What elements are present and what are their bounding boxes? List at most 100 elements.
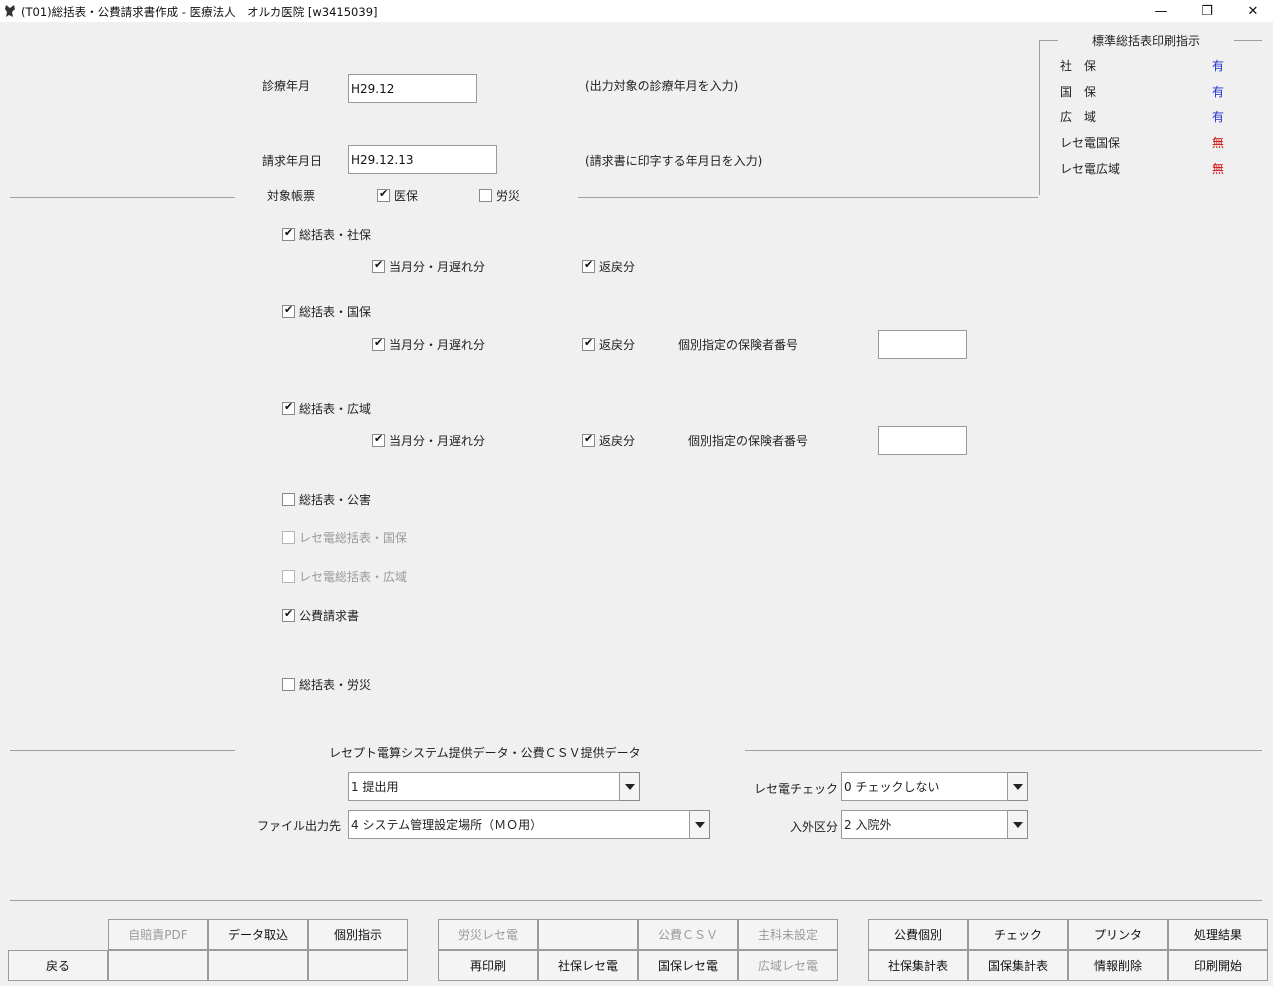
kohi-kobetsu-button[interactable]: 公費個別 [868, 919, 968, 950]
check-button[interactable]: チェック [968, 919, 1068, 950]
print-start-button[interactable]: 印刷開始 [1168, 950, 1268, 981]
kokuho-current-label: 当月分・月遅れ分 [389, 338, 486, 352]
iho-checkbox[interactable]: 医保 [377, 187, 418, 204]
rosai-sum-checkbox[interactable]: 総括表・労災 [282, 676, 371, 693]
rosai-label: 労災 [496, 189, 521, 203]
status-koiki-value: 有 [1212, 110, 1225, 124]
kokuho-rece-button[interactable]: 国保レセ電 [638, 950, 738, 981]
divider-right [578, 197, 1038, 198]
shaho-checkbox[interactable]: 総括表・社保 [282, 226, 371, 243]
receipt-divider-right [745, 750, 1262, 751]
nyugai-label: 入外区分 [790, 820, 839, 834]
checkbox-box [372, 432, 385, 447]
checkbox-box [372, 336, 385, 351]
chevron-down-icon[interactable] [1008, 810, 1028, 839]
shuka-misettei-button: 主科未設定 [738, 919, 838, 950]
seikyu-input[interactable]: H29.12.13 [348, 145, 497, 174]
checkbox-box [282, 493, 295, 506]
koiki-rece-button: 広域レセ電 [738, 950, 838, 981]
info-delete-button[interactable]: 情報削除 [1068, 950, 1168, 981]
file-output-label: ファイル出力先 [257, 819, 342, 833]
koiki-current-checkbox[interactable]: 当月分・月遅れ分 [372, 432, 485, 449]
printer-button[interactable]: プリンタ [1068, 919, 1168, 950]
status-group-border-right [1234, 40, 1262, 41]
checkbox-box [282, 570, 295, 583]
rece-kokuho-label: レセ電総括表・国保 [299, 531, 408, 545]
chevron-down-icon[interactable] [620, 772, 640, 801]
checkbox-box [282, 678, 295, 691]
divider-left [10, 197, 235, 198]
kohi-checkbox[interactable]: 公費請求書 [282, 607, 359, 624]
status-group-border-left [1040, 40, 1058, 41]
teishutsu-value: 1 提出用 [348, 772, 620, 801]
data-import-button[interactable]: データ取込 [208, 919, 308, 950]
koiki-hokensha-label: 個別指定の保険者番号 [688, 434, 809, 448]
status-koiki-label: 広 域 [1060, 110, 1097, 124]
rosai-checkbox[interactable]: 労災 [479, 187, 520, 204]
status-shaho-value: 有 [1212, 59, 1225, 73]
app-icon [5, 5, 15, 17]
file-output-select[interactable]: 4 システム管理設定場所（ＭＯ用） [348, 810, 710, 839]
checkbox-box [282, 531, 295, 544]
jibai-pdf-button: 自賠責PDF [108, 919, 208, 950]
kokuho-henrei-label: 返戻分 [599, 338, 636, 352]
status-group-title: 標準総括表印刷指示 [1092, 34, 1201, 48]
rosai-rece-button: 労災レセ電 [438, 919, 538, 950]
shaho-henrei-label: 返戻分 [599, 260, 636, 274]
koiki-henrei-label: 返戻分 [599, 434, 636, 448]
checkbox-box [479, 189, 492, 202]
shaho-shukei-button[interactable]: 社保集計表 [868, 950, 968, 981]
chevron-down-icon[interactable] [1008, 772, 1028, 801]
result-button[interactable]: 処理結果 [1168, 919, 1268, 950]
rece-check-label: レセ電チェック [754, 782, 839, 796]
shaho-current-checkbox[interactable]: 当月分・月遅れ分 [372, 258, 485, 275]
file-output-value: 4 システム管理設定場所（ＭＯ用） [348, 810, 690, 839]
rece-check-value: 0 チェックしない [841, 772, 1008, 801]
empty-button-4 [538, 919, 638, 950]
status-rece-koiki-label: レセ電広域 [1060, 162, 1121, 176]
checkbox-box [582, 432, 595, 447]
kokuho-checkbox[interactable]: 総括表・国保 [282, 303, 371, 320]
taisho-label: 対象帳票 [267, 189, 316, 203]
kokuho-hokensha-input[interactable] [878, 330, 967, 359]
rosai-sum-label: 総括表・労災 [299, 678, 372, 692]
minimize-button[interactable]: — [1138, 0, 1184, 22]
empty-button-2 [208, 950, 308, 981]
kokuho-current-checkbox[interactable]: 当月分・月遅れ分 [372, 336, 485, 353]
kokuho-hokensha-label: 個別指定の保険者番号 [678, 338, 799, 352]
checkbox-box [282, 400, 295, 415]
status-rece-kokuho-value: 無 [1212, 136, 1225, 150]
status-kokuho-label: 国 保 [1060, 85, 1097, 99]
shinryo-input[interactable]: H29.12 [348, 74, 477, 103]
checkbox-box [372, 258, 385, 273]
nyugai-select[interactable]: 2 入院外 [841, 810, 1028, 839]
kokuho-label: 総括表・国保 [299, 305, 372, 319]
koiki-henrei-checkbox[interactable]: 返戻分 [582, 432, 635, 449]
rece-check-select[interactable]: 0 チェックしない [841, 772, 1028, 801]
close-button[interactable]: ✕ [1230, 0, 1273, 22]
chevron-down-icon[interactable] [690, 810, 710, 839]
kosho-checkbox[interactable]: 総括表・公害 [282, 491, 371, 508]
kobetsu-shiji-button[interactable]: 個別指示 [308, 919, 408, 950]
kohi-label: 公費請求書 [299, 609, 360, 623]
rece-kokuho-checkbox: レセ電総括表・国保 [282, 529, 407, 546]
kokuho-shukei-button[interactable]: 国保集計表 [968, 950, 1068, 981]
back-button[interactable]: 戻る [8, 950, 108, 981]
nyugai-value: 2 入院外 [841, 810, 1008, 839]
maximize-button[interactable]: ❐ [1184, 0, 1230, 22]
kokuho-henrei-checkbox[interactable]: 返戻分 [582, 336, 635, 353]
rece-koiki-label: レセ電総括表・広域 [299, 570, 408, 584]
shaho-henrei-checkbox[interactable]: 返戻分 [582, 258, 635, 275]
empty-button-1 [108, 950, 208, 981]
shaho-rece-button[interactable]: 社保レセ電 [538, 950, 638, 981]
koiki-checkbox[interactable]: 総括表・広域 [282, 400, 371, 417]
koiki-hokensha-input[interactable] [878, 426, 967, 455]
reprint-button[interactable]: 再印刷 [438, 950, 538, 981]
teishutsu-select[interactable]: 1 提出用 [348, 772, 640, 801]
koiki-current-label: 当月分・月遅れ分 [389, 434, 486, 448]
window-title: (T01)総括表・公費請求書作成 - 医療法人 オルカ医院 [w3415039] [21, 5, 378, 19]
rece-koiki-checkbox: レセ電総括表・広域 [282, 568, 407, 585]
status-kokuho-value: 有 [1212, 85, 1225, 99]
checkbox-box [377, 187, 390, 202]
seikyu-hint: (請求書に印字する年月日を入力) [585, 154, 763, 168]
